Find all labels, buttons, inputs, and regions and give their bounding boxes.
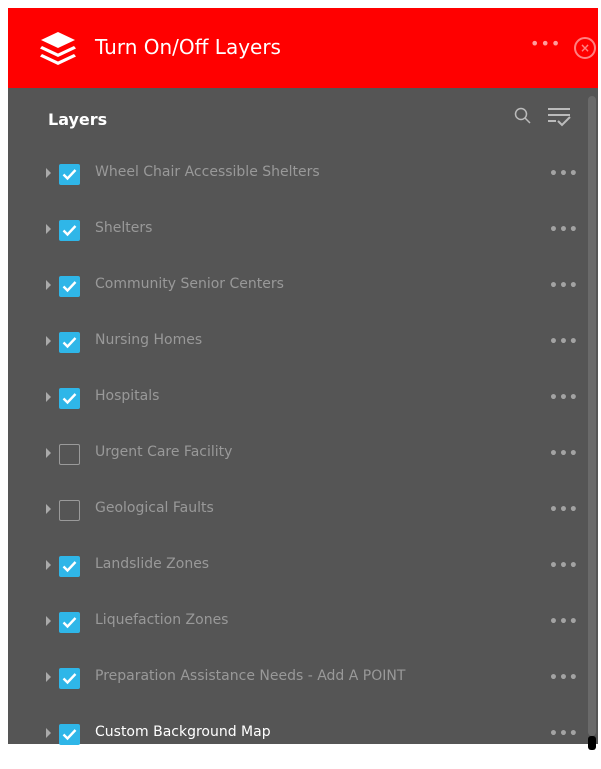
expand-arrow-icon[interactable] — [46, 168, 51, 178]
layer-options-button[interactable]: ••• — [549, 502, 579, 518]
layers-icon — [40, 32, 76, 65]
layer-name: Landslide Zones — [95, 556, 210, 572]
layer-visibility-checkbox[interactable] — [59, 332, 80, 353]
layer-options-button[interactable]: ••• — [549, 558, 579, 574]
layer-visibility-checkbox[interactable] — [59, 668, 80, 689]
layers-heading: Layers — [48, 110, 108, 129]
layer-name: Preparation Assistance Needs - Add A POI… — [95, 668, 406, 684]
checkmark-icon — [62, 617, 77, 629]
layer-row[interactable]: Urgent Care Facility ••• — [8, 426, 586, 482]
layer-visibility-checkbox[interactable] — [59, 388, 80, 409]
expand-arrow-icon[interactable] — [46, 448, 51, 458]
layer-name: Wheel Chair Accessible Shelters — [95, 164, 320, 180]
layer-visibility-checkbox[interactable] — [59, 556, 80, 577]
layer-name: Shelters — [95, 220, 153, 236]
scrollbar-track[interactable] — [588, 96, 596, 736]
layer-row[interactable]: Liquefaction Zones ••• — [8, 594, 586, 650]
close-button[interactable]: × — [574, 37, 596, 59]
checkmark-icon — [62, 393, 77, 405]
layer-visibility-checkbox[interactable] — [59, 220, 80, 241]
layer-visibility-checkbox[interactable] — [59, 444, 80, 465]
checkmark-icon — [62, 225, 77, 237]
layer-name: Hospitals — [95, 388, 160, 404]
expand-arrow-icon[interactable] — [46, 224, 51, 234]
layer-name: Community Senior Centers — [95, 276, 284, 292]
checkmark-icon — [62, 561, 77, 573]
expand-arrow-icon[interactable] — [46, 616, 51, 626]
checkmark-icon — [62, 169, 77, 181]
layer-row[interactable]: Wheel Chair Accessible Shelters ••• — [8, 146, 586, 202]
checkmark-icon — [62, 337, 77, 349]
layer-options-button[interactable]: ••• — [549, 446, 579, 462]
expand-arrow-icon[interactable] — [46, 392, 51, 402]
layer-row[interactable]: Nursing Homes ••• — [8, 314, 586, 370]
panel-header: Turn On/Off Layers ••• × — [8, 8, 598, 88]
layer-row[interactable]: Shelters ••• — [8, 202, 586, 258]
panel-more-button[interactable]: ••• — [530, 36, 561, 52]
layer-row[interactable]: Geological Faults ••• — [8, 482, 586, 538]
checkmark-icon — [62, 673, 77, 685]
expand-arrow-icon[interactable] — [46, 280, 51, 290]
layer-options-button[interactable]: ••• — [549, 222, 579, 238]
layer-visibility-checkbox[interactable] — [59, 500, 80, 521]
layer-name: Custom Background Map — [95, 724, 271, 740]
expand-arrow-icon[interactable] — [46, 336, 51, 346]
layer-row[interactable]: Community Senior Centers ••• — [8, 258, 586, 314]
layer-visibility-checkbox[interactable] — [59, 164, 80, 185]
layer-row[interactable]: Landslide Zones ••• — [8, 538, 586, 594]
expand-arrow-icon[interactable] — [46, 728, 51, 738]
layer-visibility-checkbox[interactable] — [59, 612, 80, 633]
expand-arrow-icon[interactable] — [46, 672, 51, 682]
scrollbar-thumb[interactable] — [588, 736, 596, 750]
layer-options-button[interactable]: ••• — [549, 166, 579, 182]
layer-name: Liquefaction Zones — [95, 612, 229, 628]
search-icon[interactable] — [514, 107, 532, 125]
filter-list-icon[interactable] — [546, 105, 572, 129]
checkmark-icon — [62, 729, 77, 741]
layer-visibility-checkbox[interactable] — [59, 276, 80, 297]
panel-title: Turn On/Off Layers — [95, 35, 281, 59]
layers-toolbar: Layers — [8, 88, 598, 148]
expand-arrow-icon[interactable] — [46, 504, 51, 514]
layer-list-panel: Turn On/Off Layers ••• × Layers Wheel Ch… — [8, 8, 598, 750]
expand-arrow-icon[interactable] — [46, 560, 51, 570]
layer-options-button[interactable]: ••• — [549, 278, 579, 294]
layer-options-button[interactable]: ••• — [549, 670, 579, 686]
layer-name: Geological Faults — [95, 500, 214, 516]
layer-name: Nursing Homes — [95, 332, 203, 348]
layer-row[interactable]: Hospitals ••• — [8, 370, 586, 426]
layer-options-button[interactable]: ••• — [549, 614, 579, 630]
layer-row[interactable]: Custom Background Map ••• — [8, 706, 586, 762]
layer-options-button[interactable]: ••• — [549, 390, 579, 406]
layer-options-button[interactable]: ••• — [549, 726, 579, 742]
layer-visibility-checkbox[interactable] — [59, 724, 80, 745]
layer-row[interactable]: Preparation Assistance Needs - Add A POI… — [8, 650, 586, 706]
layer-options-button[interactable]: ••• — [549, 334, 579, 350]
layer-name: Urgent Care Facility — [95, 444, 233, 460]
checkmark-icon — [62, 281, 77, 293]
